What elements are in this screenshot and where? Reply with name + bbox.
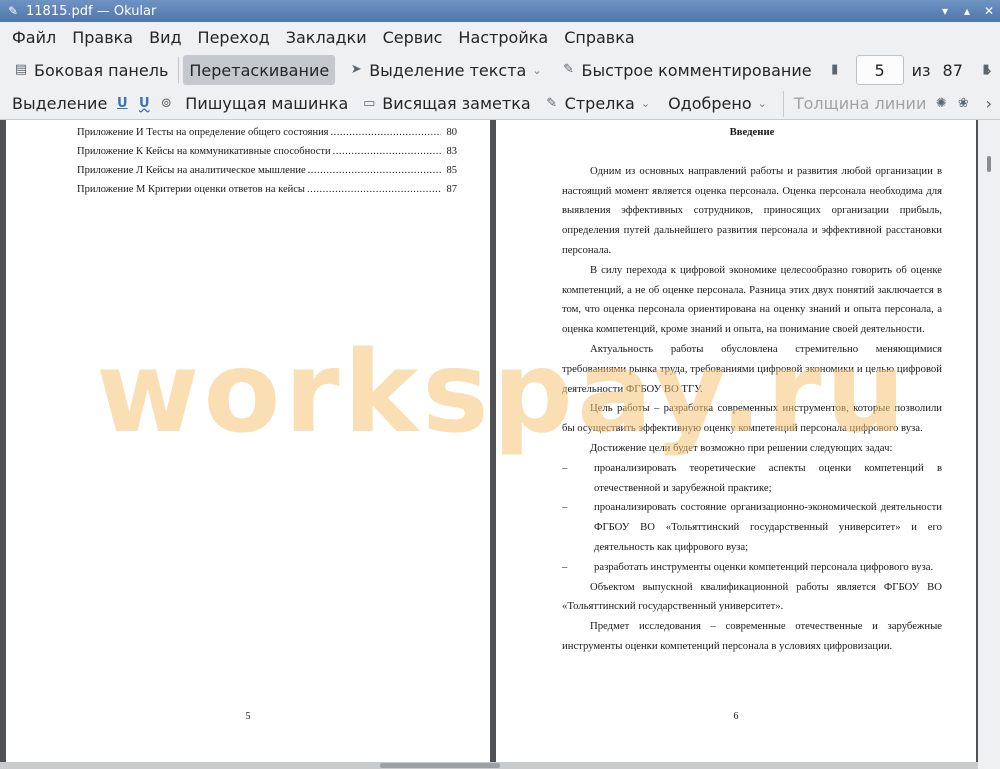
stamp-button[interactable]: Одобрено ⌄ <box>662 89 779 119</box>
line-width-button[interactable]: Толщина линии <box>788 89 933 119</box>
strikeout-icon[interactable]: ⊚ <box>157 95 175 113</box>
underline-icon[interactable]: U <box>113 95 131 113</box>
table-of-contents: Приложение И Тесты на определение общего… <box>77 123 457 199</box>
toolbar-separator <box>782 90 784 117</box>
page-of-label: из <box>911 60 931 80</box>
opacity-icon[interactable]: ❀ <box>954 95 972 113</box>
toc-row[interactable]: Приложение Л Кейсы на аналитическое мышл… <box>77 161 457 180</box>
menu-bar: Файл Правка Вид Переход Закладки Сервис … <box>0 22 1000 52</box>
paragraph: Объектом выпускной квалификационной рабо… <box>562 580 942 613</box>
horizontal-scrollbar[interactable] <box>0 762 978 769</box>
annotation-toolbar: Выделение U U ⊚ Пишущая машинка ▭ Висяща… <box>0 88 1000 120</box>
page-total: 87 <box>942 60 963 80</box>
color-icon[interactable]: ✺ <box>932 95 950 113</box>
paragraph: Одним из основных направлений работы и р… <box>562 164 942 256</box>
page-number-input[interactable]: 5 <box>855 55 904 85</box>
page-5: Приложение И Тесты на определение общего… <box>6 120 490 762</box>
maximize-icon[interactable]: ▴ <box>956 0 978 22</box>
page-6: Введение Одним из основных направлений р… <box>496 120 976 762</box>
quick-comment-button[interactable]: ✎ Быстрое комментирование <box>554 55 818 85</box>
chevron-down-icon[interactable]: ⌄ <box>641 97 650 110</box>
highlight-button[interactable]: Выделение <box>6 89 113 119</box>
note-button[interactable]: ▭ Висящая заметка <box>354 89 536 119</box>
okular-icon: ✎ <box>7 4 19 18</box>
menu-edit[interactable]: Правка <box>64 28 141 47</box>
menu-settings[interactable]: Настройка <box>450 28 556 47</box>
pen-icon: ✎ <box>546 95 558 111</box>
previous-page-icon[interactable]: ▮ <box>826 61 844 79</box>
title-bar: ✎ 11815.pdf — Okular ▾ ▴ ✕ <box>0 0 1000 22</box>
minimize-icon[interactable]: ▾ <box>934 0 956 22</box>
menu-view[interactable]: Вид <box>141 28 189 47</box>
window-title: 11815.pdf — Okular <box>26 3 157 19</box>
page-number: 5 <box>245 711 251 722</box>
scrollbar-thumb[interactable] <box>987 156 991 172</box>
cursor-icon: ➤ <box>350 62 362 77</box>
note-icon: ▭ <box>363 95 376 111</box>
section-heading: Введение <box>729 126 775 138</box>
paragraph: В силу перехода к цифровой экономике цел… <box>562 263 942 336</box>
text-select-button[interactable]: ➤ Выделение текста ⌄ <box>341 55 553 85</box>
list-item: – разработать инструменты оценки компетен… <box>562 560 934 573</box>
scrollbar-thumb[interactable] <box>380 763 500 768</box>
list-item: – проанализировать теоретические аспекты … <box>562 461 942 494</box>
page-text: Введение Одним из основных направлений р… <box>562 123 942 657</box>
sidebar-button[interactable]: ▤ Боковая панель <box>6 55 174 85</box>
document-view[interactable]: Приложение И Тесты на определение общего… <box>0 120 1000 769</box>
menu-file[interactable]: Файл <box>4 28 64 47</box>
paragraph: Цель работы – разработка современных инс… <box>562 402 942 435</box>
menu-go[interactable]: Переход <box>190 28 278 47</box>
page-number: 6 <box>733 711 739 722</box>
vertical-scrollbar[interactable] <box>978 120 1000 769</box>
typewriter-button[interactable]: Пишущая машинка <box>179 89 354 119</box>
toolbar-separator <box>178 57 180 83</box>
squiggle-underline-icon[interactable]: U <box>135 95 153 113</box>
paragraph: Достижение цели будет возможно при решен… <box>590 441 893 454</box>
drag-mode-button[interactable]: Перетаскивание <box>183 55 336 85</box>
paragraph: Актуальность работы обусловлена стремите… <box>562 342 942 395</box>
close-icon[interactable]: ✕ <box>978 0 1000 22</box>
main-toolbar: ▤ Боковая панель Перетаскивание ➤ Выделе… <box>0 52 1000 88</box>
menu-bookmarks[interactable]: Закладки <box>278 28 375 47</box>
toc-row[interactable]: Приложение К Кейсы на коммуникативные сп… <box>77 142 457 161</box>
chevron-down-icon[interactable]: ⌄ <box>758 97 767 110</box>
menu-tools[interactable]: Сервис <box>375 28 451 47</box>
paragraph: Предмет исследования – современные отече… <box>562 620 942 652</box>
arrow-button[interactable]: ✎ Стрелка ⌄ <box>537 89 662 119</box>
sidebar-icon: ▤ <box>14 62 28 77</box>
toolbar-overflow-icon[interactable]: › <box>986 94 992 113</box>
pen-icon: ✎ <box>563 62 574 77</box>
chevron-down-icon[interactable]: ⌄ <box>532 64 541 77</box>
menu-help[interactable]: Справка <box>556 28 643 47</box>
list-item: – проанализировать состояние организацион… <box>562 501 942 553</box>
toc-row[interactable]: Приложение И Тесты на определение общего… <box>77 123 457 142</box>
toc-row[interactable]: Приложение М Критерии оценки ответов на … <box>77 180 457 199</box>
toolbar-overflow-icon[interactable]: › <box>986 61 992 80</box>
